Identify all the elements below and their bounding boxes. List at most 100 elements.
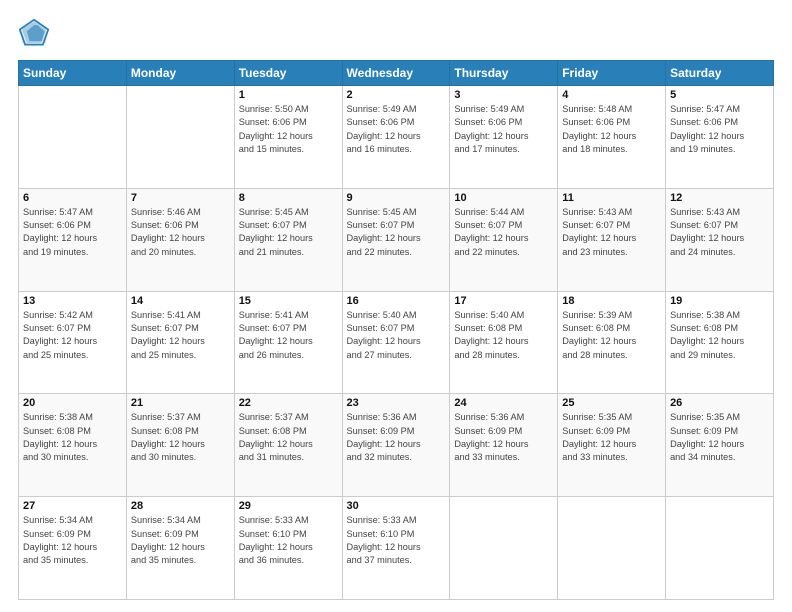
week-row-1: 6 Sunrise: 5:47 AM Sunset: 6:06 PM Daylig… bbox=[19, 188, 774, 291]
day-number: 7 bbox=[131, 192, 230, 204]
day-number: 27 bbox=[23, 500, 122, 512]
day-info: Sunrise: 5:38 AM Sunset: 6:08 PM Dayligh… bbox=[670, 309, 769, 362]
calendar-cell: 16 Sunrise: 5:40 AM Sunset: 6:07 PM Dayli… bbox=[342, 291, 450, 394]
day-info: Sunrise: 5:37 AM Sunset: 6:08 PM Dayligh… bbox=[239, 411, 338, 464]
day-info: Sunrise: 5:43 AM Sunset: 6:07 PM Dayligh… bbox=[562, 206, 661, 259]
day-info: Sunrise: 5:34 AM Sunset: 6:09 PM Dayligh… bbox=[23, 514, 122, 567]
calendar-cell: 20 Sunrise: 5:38 AM Sunset: 6:08 PM Dayli… bbox=[19, 394, 127, 497]
day-number: 15 bbox=[239, 295, 338, 307]
day-number: 1 bbox=[239, 89, 338, 101]
calendar-cell: 15 Sunrise: 5:41 AM Sunset: 6:07 PM Dayli… bbox=[234, 291, 342, 394]
calendar-cell: 8 Sunrise: 5:45 AM Sunset: 6:07 PM Daylig… bbox=[234, 188, 342, 291]
day-number: 10 bbox=[454, 192, 553, 204]
calendar-cell: 26Sunrise: 5:35 AM Sunset: 6:09 PM Dayli… bbox=[666, 394, 774, 497]
calendar-cell: 3Sunrise: 5:49 AM Sunset: 6:06 PM Daylig… bbox=[450, 86, 558, 189]
weekday-header-tuesday: Tuesday bbox=[234, 61, 342, 86]
day-number: 28 bbox=[131, 500, 230, 512]
header bbox=[18, 18, 774, 50]
day-info: Sunrise: 5:42 AM Sunset: 6:07 PM Dayligh… bbox=[23, 309, 122, 362]
day-number: 13 bbox=[23, 295, 122, 307]
day-info: Sunrise: 5:43 AM Sunset: 6:07 PM Dayligh… bbox=[670, 206, 769, 259]
day-info: Sunrise: 5:47 AM Sunset: 6:06 PM Dayligh… bbox=[23, 206, 122, 259]
day-number: 25 bbox=[562, 397, 661, 409]
calendar-cell: 19 Sunrise: 5:38 AM Sunset: 6:08 PM Dayli… bbox=[666, 291, 774, 394]
day-info: Sunrise: 5:40 AM Sunset: 6:07 PM Dayligh… bbox=[347, 309, 446, 362]
weekday-header-row: SundayMondayTuesdayWednesdayThursdayFrid… bbox=[19, 61, 774, 86]
calendar-cell bbox=[126, 86, 234, 189]
calendar-cell bbox=[450, 497, 558, 600]
calendar-cell: 10 Sunrise: 5:44 AM Sunset: 6:07 PM Dayli… bbox=[450, 188, 558, 291]
day-info: Sunrise: 5:35 AM Sunset: 6:09 PM Dayligh… bbox=[670, 411, 769, 464]
day-info: Sunrise: 5:41 AM Sunset: 6:07 PM Dayligh… bbox=[239, 309, 338, 362]
calendar-cell: 5Sunrise: 5:47 AM Sunset: 6:06 PM Daylig… bbox=[666, 86, 774, 189]
day-number: 22 bbox=[239, 397, 338, 409]
calendar-cell: 4Sunrise: 5:48 AM Sunset: 6:06 PM Daylig… bbox=[558, 86, 666, 189]
weekday-header-saturday: Saturday bbox=[666, 61, 774, 86]
week-row-0: 1 Sunrise: 5:50 AM Sunset: 6:06 PM Daylig… bbox=[19, 86, 774, 189]
calendar-cell: 11 Sunrise: 5:43 AM Sunset: 6:07 PM Dayli… bbox=[558, 188, 666, 291]
calendar-cell: 17Sunrise: 5:40 AM Sunset: 6:08 PM Dayli… bbox=[450, 291, 558, 394]
calendar-cell: 6 Sunrise: 5:47 AM Sunset: 6:06 PM Daylig… bbox=[19, 188, 127, 291]
weekday-header-wednesday: Wednesday bbox=[342, 61, 450, 86]
day-info: Sunrise: 5:49 AM Sunset: 6:06 PM Dayligh… bbox=[347, 103, 446, 156]
week-row-4: 27 Sunrise: 5:34 AM Sunset: 6:09 PM Dayli… bbox=[19, 497, 774, 600]
calendar-cell: 27 Sunrise: 5:34 AM Sunset: 6:09 PM Dayli… bbox=[19, 497, 127, 600]
day-number: 21 bbox=[131, 397, 230, 409]
day-number: 29 bbox=[239, 500, 338, 512]
day-number: 24 bbox=[454, 397, 553, 409]
calendar-table: SundayMondayTuesdayWednesdayThursdayFrid… bbox=[18, 60, 774, 600]
day-info: Sunrise: 5:39 AM Sunset: 6:08 PM Dayligh… bbox=[562, 309, 661, 362]
calendar-cell: 23 Sunrise: 5:36 AM Sunset: 6:09 PM Dayli… bbox=[342, 394, 450, 497]
day-info: Sunrise: 5:46 AM Sunset: 6:06 PM Dayligh… bbox=[131, 206, 230, 259]
day-number: 11 bbox=[562, 192, 661, 204]
calendar-cell: 28 Sunrise: 5:34 AM Sunset: 6:09 PM Dayli… bbox=[126, 497, 234, 600]
week-row-2: 13 Sunrise: 5:42 AM Sunset: 6:07 PM Dayli… bbox=[19, 291, 774, 394]
day-info: Sunrise: 5:35 AM Sunset: 6:09 PM Dayligh… bbox=[562, 411, 661, 464]
day-info: Sunrise: 5:34 AM Sunset: 6:09 PM Dayligh… bbox=[131, 514, 230, 567]
calendar-cell: 25 Sunrise: 5:35 AM Sunset: 6:09 PM Dayli… bbox=[558, 394, 666, 497]
day-info: Sunrise: 5:48 AM Sunset: 6:06 PM Dayligh… bbox=[562, 103, 661, 156]
day-info: Sunrise: 5:37 AM Sunset: 6:08 PM Dayligh… bbox=[131, 411, 230, 464]
day-info: Sunrise: 5:49 AM Sunset: 6:06 PM Dayligh… bbox=[454, 103, 553, 156]
day-info: Sunrise: 5:40 AM Sunset: 6:08 PM Dayligh… bbox=[454, 309, 553, 362]
day-number: 14 bbox=[131, 295, 230, 307]
day-number: 8 bbox=[239, 192, 338, 204]
calendar-cell: 13 Sunrise: 5:42 AM Sunset: 6:07 PM Dayli… bbox=[19, 291, 127, 394]
calendar-cell bbox=[19, 86, 127, 189]
week-row-3: 20 Sunrise: 5:38 AM Sunset: 6:08 PM Dayli… bbox=[19, 394, 774, 497]
calendar-cell: 21 Sunrise: 5:37 AM Sunset: 6:08 PM Dayli… bbox=[126, 394, 234, 497]
day-info: Sunrise: 5:47 AM Sunset: 6:06 PM Dayligh… bbox=[670, 103, 769, 156]
day-number: 19 bbox=[670, 295, 769, 307]
day-info: Sunrise: 5:50 AM Sunset: 6:06 PM Dayligh… bbox=[239, 103, 338, 156]
day-info: Sunrise: 5:41 AM Sunset: 6:07 PM Dayligh… bbox=[131, 309, 230, 362]
calendar-cell: 24 Sunrise: 5:36 AM Sunset: 6:09 PM Dayli… bbox=[450, 394, 558, 497]
day-number: 16 bbox=[347, 295, 446, 307]
calendar-cell: 9 Sunrise: 5:45 AM Sunset: 6:07 PM Daylig… bbox=[342, 188, 450, 291]
day-info: Sunrise: 5:36 AM Sunset: 6:09 PM Dayligh… bbox=[454, 411, 553, 464]
calendar-cell bbox=[666, 497, 774, 600]
day-info: Sunrise: 5:45 AM Sunset: 6:07 PM Dayligh… bbox=[347, 206, 446, 259]
calendar-cell: 12 Sunrise: 5:43 AM Sunset: 6:07 PM Dayli… bbox=[666, 188, 774, 291]
logo bbox=[18, 18, 56, 50]
day-number: 30 bbox=[347, 500, 446, 512]
weekday-header-monday: Monday bbox=[126, 61, 234, 86]
day-number: 6 bbox=[23, 192, 122, 204]
calendar-cell: 18 Sunrise: 5:39 AM Sunset: 6:08 PM Dayli… bbox=[558, 291, 666, 394]
day-info: Sunrise: 5:33 AM Sunset: 6:10 PM Dayligh… bbox=[239, 514, 338, 567]
day-info: Sunrise: 5:33 AM Sunset: 6:10 PM Dayligh… bbox=[347, 514, 446, 567]
day-number: 20 bbox=[23, 397, 122, 409]
calendar-cell: 14 Sunrise: 5:41 AM Sunset: 6:07 PM Dayli… bbox=[126, 291, 234, 394]
day-number: 18 bbox=[562, 295, 661, 307]
calendar-cell bbox=[558, 497, 666, 600]
page: SundayMondayTuesdayWednesdayThursdayFrid… bbox=[0, 0, 792, 612]
day-info: Sunrise: 5:36 AM Sunset: 6:09 PM Dayligh… bbox=[347, 411, 446, 464]
day-info: Sunrise: 5:44 AM Sunset: 6:07 PM Dayligh… bbox=[454, 206, 553, 259]
day-number: 12 bbox=[670, 192, 769, 204]
logo-icon bbox=[18, 18, 50, 50]
calendar-cell: 29 Sunrise: 5:33 AM Sunset: 6:10 PM Dayli… bbox=[234, 497, 342, 600]
day-number: 9 bbox=[347, 192, 446, 204]
day-info: Sunrise: 5:45 AM Sunset: 6:07 PM Dayligh… bbox=[239, 206, 338, 259]
weekday-header-sunday: Sunday bbox=[19, 61, 127, 86]
day-info: Sunrise: 5:38 AM Sunset: 6:08 PM Dayligh… bbox=[23, 411, 122, 464]
day-number: 23 bbox=[347, 397, 446, 409]
